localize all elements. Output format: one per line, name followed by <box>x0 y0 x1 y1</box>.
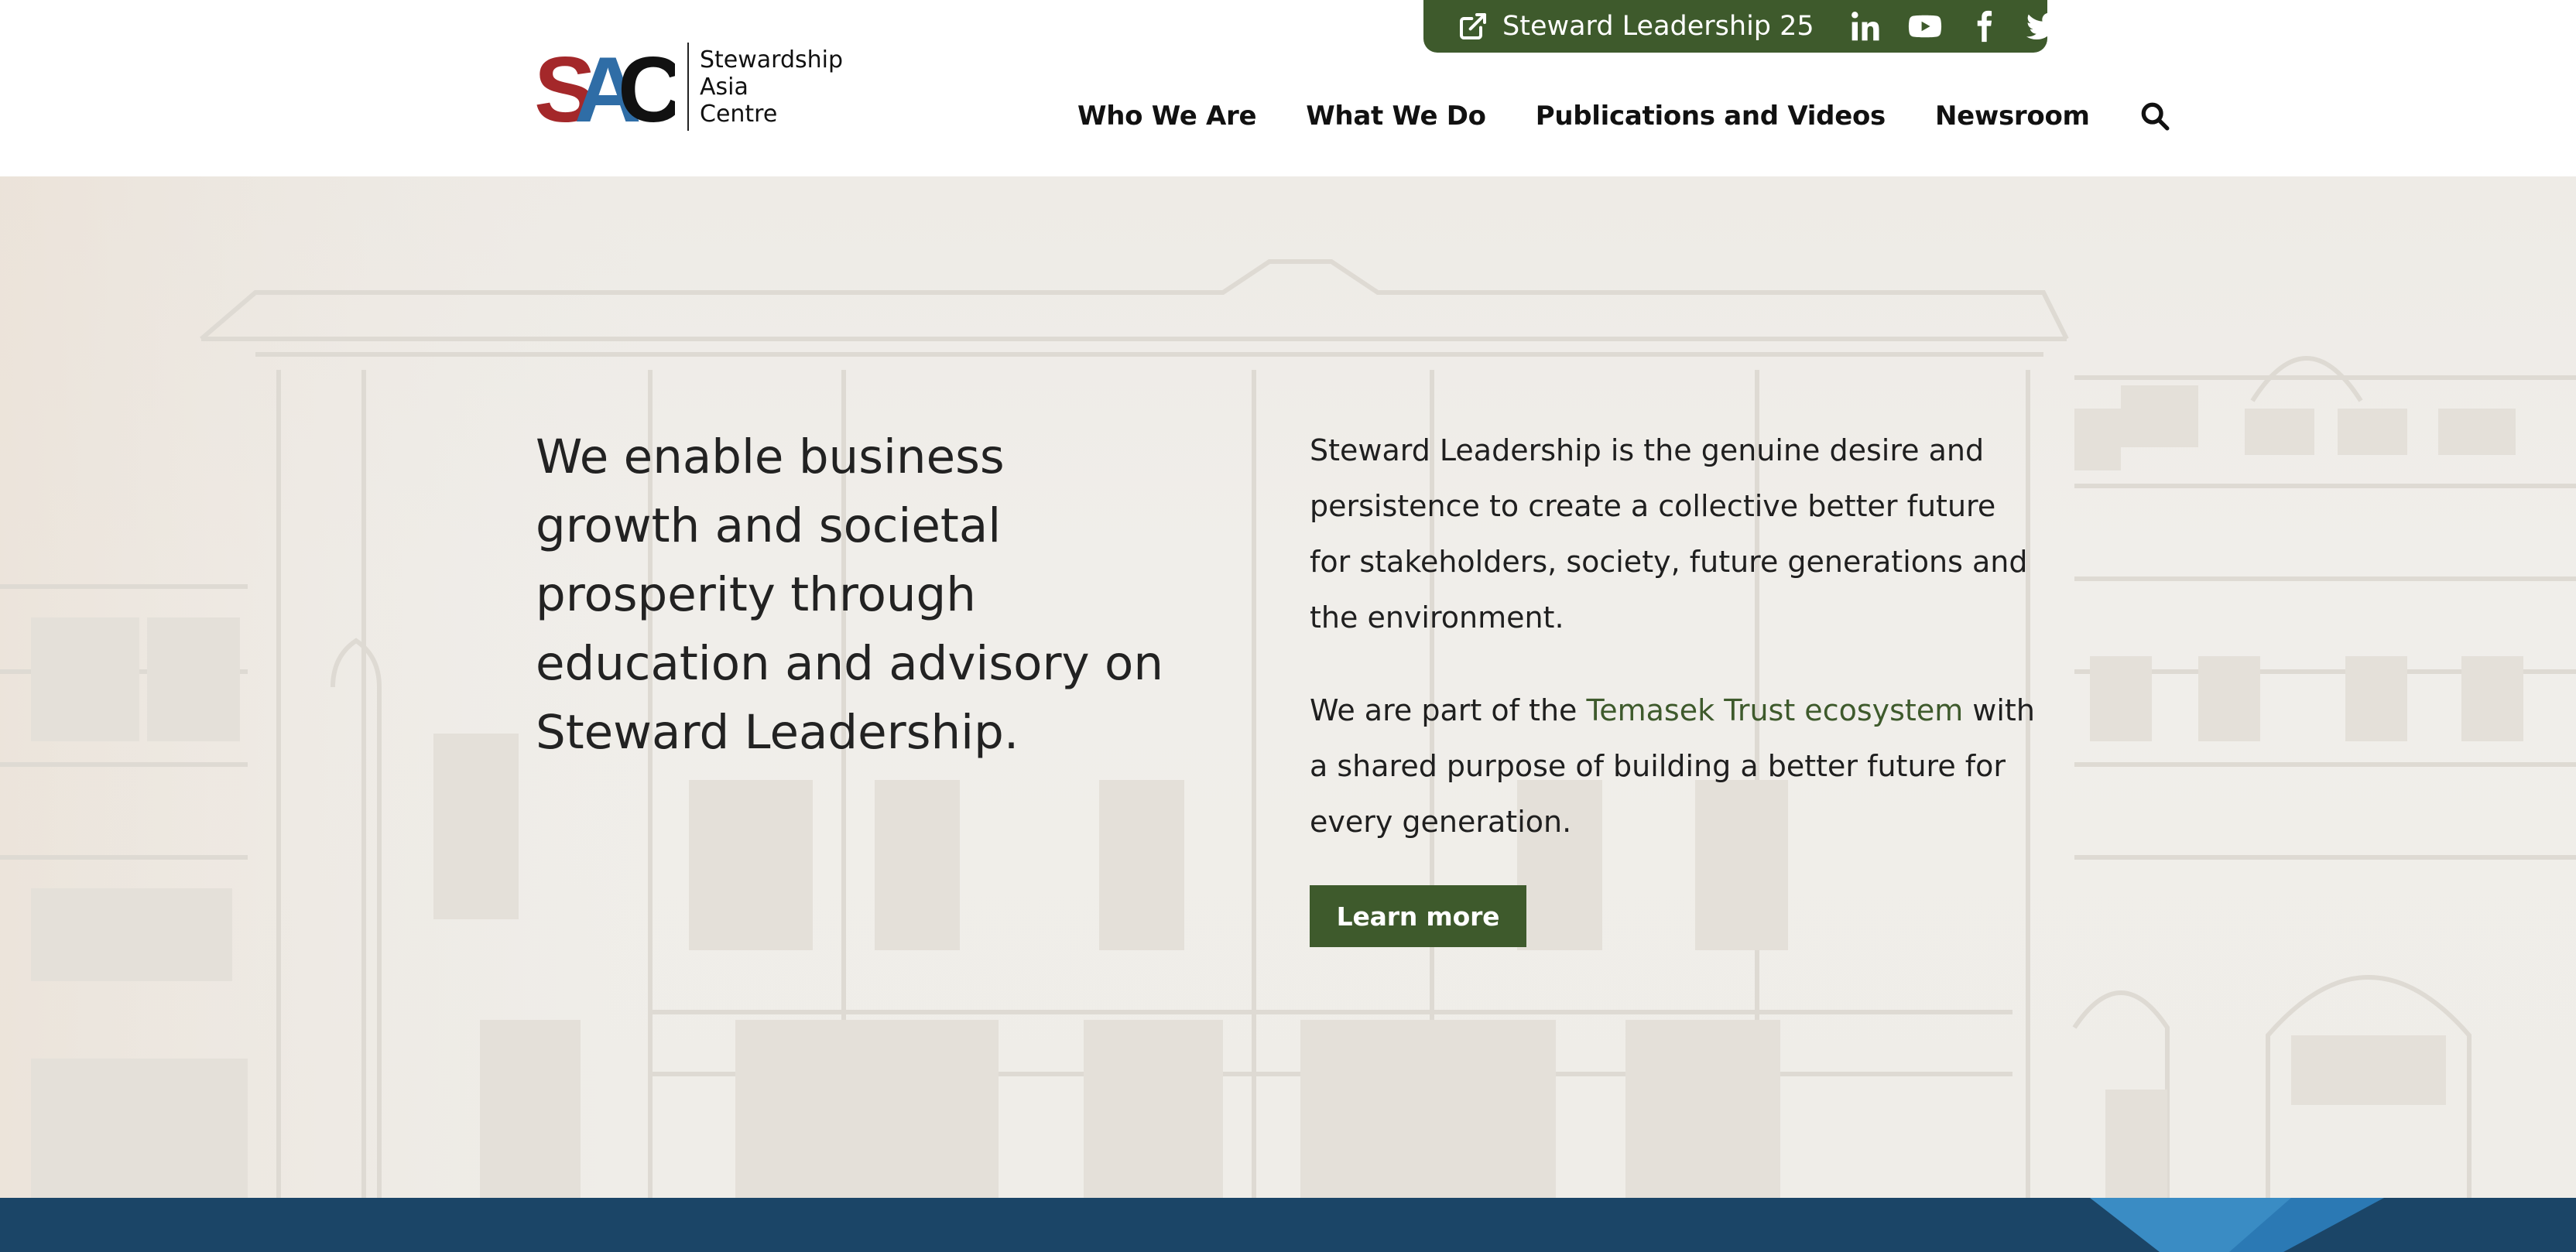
nav-what-we-do[interactable]: What We Do <box>1306 101 1486 132</box>
nav-who-we-are[interactable]: Who We Are <box>1077 101 1257 132</box>
svg-text:C: C <box>618 44 675 129</box>
site-header: Steward Leadership 25 S A C Stewardship … <box>0 0 2576 176</box>
facebook-icon <box>1977 10 1992 43</box>
site-logo[interactable]: S A C Stewardship Asia Centre <box>534 40 843 133</box>
logo-line-stewardship: Stewardship <box>700 46 844 74</box>
logo-line-asia: Asia <box>700 73 748 101</box>
temasek-paragraph-lead: We are part of the <box>1310 693 1587 727</box>
youtube-link[interactable] <box>1907 9 1943 44</box>
logo-divider <box>687 43 689 131</box>
hero-background-building-image <box>0 176 2576 1198</box>
main-navigation: Who We Are What We Do Publications and V… <box>1077 94 2170 138</box>
hero-headline: We enable business growth and societal p… <box>536 429 1164 760</box>
hero-body: Steward Leadership is the genuine desire… <box>1310 422 2045 947</box>
temasek-trust-ecosystem-link[interactable]: Temasek Trust ecosystem <box>1587 693 1964 727</box>
external-link-label: Steward Leadership 25 <box>1502 11 1814 42</box>
facebook-link[interactable] <box>1966 9 2002 44</box>
hero-section: We enable business growth and societal p… <box>0 176 2576 1198</box>
linkedin-icon <box>1851 12 1879 41</box>
temasek-paragraph: We are part of the Temasek Trust ecosyst… <box>1310 682 2045 850</box>
sac-logo-mark: S A C <box>534 44 675 129</box>
decorative-blue-shapes <box>2090 1198 2384 1252</box>
youtube-icon <box>1908 15 1941 38</box>
twitter-icon <box>2026 12 2059 40</box>
steward-leadership-25-link[interactable]: Steward Leadership 25 <box>1458 11 1814 42</box>
search-icon[interactable] <box>2139 101 2170 132</box>
footer-band <box>0 1198 2576 1252</box>
logo-line-centre: Centre <box>700 100 778 128</box>
twitter-link[interactable] <box>2025 9 2060 44</box>
steward-leadership-definition: Steward Leadership is the genuine desire… <box>1310 433 2028 635</box>
top-utility-bar: Steward Leadership 25 <box>1423 0 2059 53</box>
linkedin-link[interactable] <box>1848 9 1884 44</box>
social-links <box>1848 9 2060 44</box>
nav-publications-and-videos[interactable]: Publications and Videos <box>1536 101 1886 132</box>
learn-more-button[interactable]: Learn more <box>1310 885 1526 947</box>
nav-newsroom[interactable]: Newsroom <box>1935 101 2090 132</box>
logo-wordmark: Stewardship Asia Centre <box>700 46 843 128</box>
external-link-icon <box>1460 13 1486 39</box>
